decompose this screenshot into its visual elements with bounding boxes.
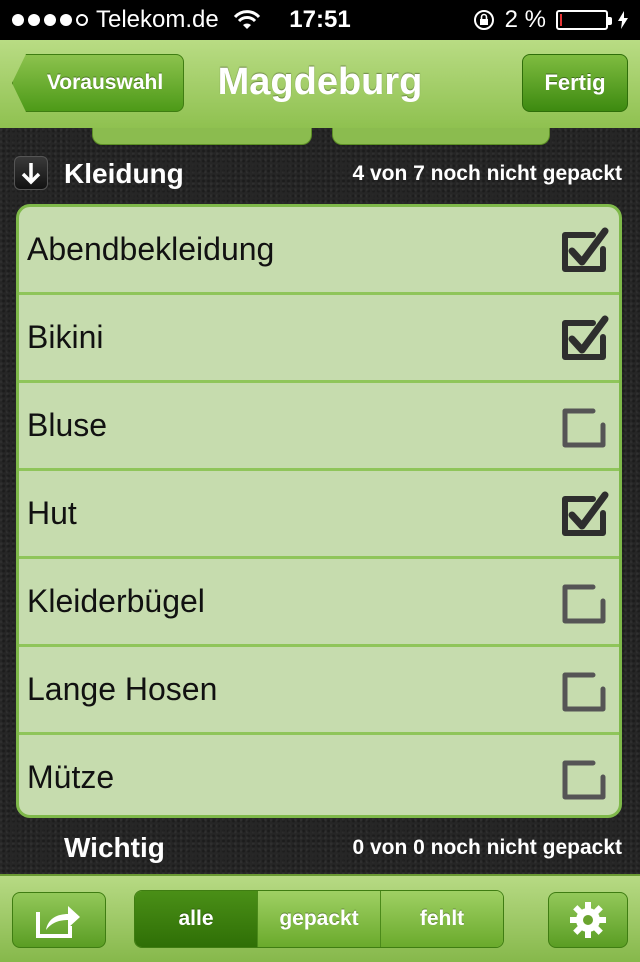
charging-icon: [618, 11, 628, 29]
list-item[interactable]: Hut: [19, 471, 619, 559]
list-item[interactable]: Mütze: [19, 735, 619, 815]
navigation-bar: Vorauswahl Magdeburg Fertig: [0, 40, 640, 130]
filter-alle[interactable]: alle: [135, 891, 257, 947]
checkbox-unchecked-icon[interactable]: [559, 667, 609, 717]
checkbox-unchecked-icon[interactable]: [559, 403, 609, 453]
checkbox-unchecked-icon[interactable]: [559, 579, 609, 629]
arrow-down-icon[interactable]: [14, 156, 48, 190]
share-icon: [36, 906, 80, 938]
section-header-important[interactable]: Wichtig 0 von 0 noch nicht gepackt: [0, 826, 640, 870]
packing-list-content[interactable]: Kleidung 4 von 7 noch nicht gepackt Aben…: [0, 128, 640, 874]
battery-icon: [556, 10, 612, 30]
bottom-toolbar: alle gepackt fehlt: [0, 874, 640, 962]
item-label: Lange Hosen: [27, 671, 218, 707]
share-button[interactable]: [12, 892, 106, 948]
checkbox-checked-icon[interactable]: [559, 491, 609, 541]
section-title: Wichtig: [64, 832, 165, 863]
section-header-clothing[interactable]: Kleidung 4 von 7 noch nicht gepackt: [0, 152, 640, 196]
list-item[interactable]: Kleiderbügel: [19, 559, 619, 647]
list-item[interactable]: Bluse: [19, 383, 619, 471]
list-item[interactable]: Bikini: [19, 295, 619, 383]
battery-percent: 2 %: [504, 6, 546, 33]
item-list: Abendbekleidung Bikini Bluse Hut Kleiderbüge…: [16, 204, 622, 818]
item-label: Kleiderbügel: [27, 583, 205, 619]
status-right: 2 %: [473, 0, 628, 40]
item-label: Abendbekleidung: [27, 231, 275, 267]
item-label: Mütze: [27, 759, 115, 795]
section-count: 0 von 0 noch nicht gepackt: [352, 836, 622, 859]
section-title: Kleidung: [64, 158, 184, 189]
filter-fehlt[interactable]: fehlt: [380, 891, 503, 947]
back-button[interactable]: Vorauswahl: [12, 54, 184, 112]
status-bar: Telekom.de 17:51 2 %: [0, 0, 640, 40]
hidden-control-right: [332, 128, 550, 145]
done-button[interactable]: Fertig: [522, 54, 628, 112]
section-count: 4 von 7 noch nicht gepackt: [352, 162, 622, 185]
item-label: Bluse: [27, 407, 108, 443]
checkbox-checked-icon[interactable]: [559, 227, 609, 277]
filter-gepackt[interactable]: gepackt: [257, 891, 380, 947]
gear-icon: [570, 902, 606, 938]
item-label: Bikini: [27, 319, 104, 355]
hidden-control-left: [92, 128, 312, 145]
settings-button[interactable]: [548, 892, 628, 948]
page-title: Magdeburg: [217, 61, 423, 103]
partially-hidden-controls: [0, 128, 640, 146]
filter-segmented-control: alle gepackt fehlt: [134, 890, 504, 948]
list-item[interactable]: Lange Hosen: [19, 647, 619, 735]
checkbox-checked-icon[interactable]: [559, 315, 609, 365]
checkbox-unchecked-icon[interactable]: [559, 755, 609, 805]
rotation-lock-icon: [473, 10, 494, 30]
list-item[interactable]: Abendbekleidung: [19, 207, 619, 295]
item-label: Hut: [27, 495, 77, 531]
